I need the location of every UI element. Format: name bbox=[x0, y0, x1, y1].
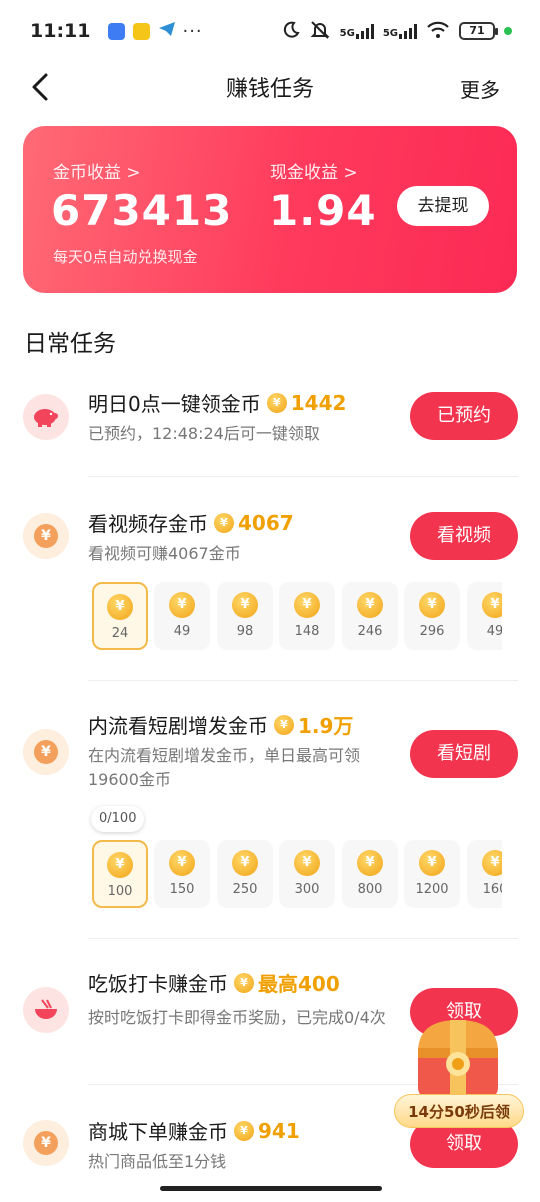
coin-icon: ¥ bbox=[169, 850, 195, 876]
task-reward: 1.9万 bbox=[298, 714, 354, 738]
task-desc: 热门商品低至1分钱 bbox=[88, 1152, 227, 1171]
status-indicators: 5G 5G 71 bbox=[282, 20, 512, 43]
watch-video-button[interactable]: 看视频 bbox=[410, 512, 518, 560]
treasure-chest-icon[interactable] bbox=[410, 1012, 506, 1104]
task-title: 内流看短剧增发金币 ¥ 1.9万 bbox=[88, 710, 353, 739]
back-button[interactable] bbox=[28, 72, 52, 102]
coin-icon: ¥ bbox=[357, 850, 383, 876]
mute-bell-icon bbox=[309, 20, 331, 43]
cellular-2-icon: 5G bbox=[383, 23, 417, 39]
divider bbox=[88, 680, 518, 681]
status-time: 11:11 bbox=[30, 20, 91, 42]
task-item-reserve: 明日0点一键领金币 ¥ 1442 已预约，12:48:24后可一键领取 已预约 bbox=[0, 370, 540, 470]
app-notification-icon bbox=[108, 22, 126, 40]
coin-icon: ¥ bbox=[419, 850, 445, 876]
home-indicator[interactable] bbox=[160, 1186, 382, 1191]
reward-step[interactable]: ¥100 bbox=[92, 840, 148, 908]
coin-icon: ¥ bbox=[294, 850, 320, 876]
task-item-short-drama: ¥ 内流看短剧增发金币 ¥ 1.9万 在内流看短剧增发金币，单日最高可领1960… bbox=[0, 694, 540, 934]
telegram-icon bbox=[158, 21, 176, 41]
reward-step[interactable]: ¥49 bbox=[467, 582, 502, 650]
bowl-icon bbox=[23, 987, 69, 1033]
coin-icon: ¥ bbox=[294, 592, 320, 618]
piggy-bank-icon bbox=[23, 394, 69, 440]
task-reward: 1442 bbox=[290, 390, 347, 415]
reward-step[interactable]: ¥1200 bbox=[404, 840, 460, 908]
coin-icon: ¥ bbox=[169, 592, 195, 618]
status-app-icons bbox=[108, 21, 176, 41]
task-desc: 已预约，12:48:24后可一键领取 bbox=[88, 424, 320, 443]
yen-coin-icon: ¥ bbox=[23, 513, 69, 559]
withdraw-button[interactable]: 去提现 bbox=[397, 186, 489, 226]
coin-icon: ¥ bbox=[234, 1120, 254, 1141]
task-title: 商城下单赚金币 ¥ 941 bbox=[88, 1118, 300, 1145]
coin-icon: ¥ bbox=[266, 392, 287, 413]
task-title: 看视频存金币 ¥ 4067 bbox=[88, 510, 294, 537]
reward-step[interactable]: ¥250 bbox=[217, 840, 273, 908]
watch-drama-button[interactable]: 看短剧 bbox=[410, 730, 518, 778]
cash-earnings-link[interactable]: 现金收益 > bbox=[270, 158, 358, 183]
task-item-watch-video: ¥ 看视频存金币 ¥ 4067 看视频可赚4067金币 看视频 ¥24 ¥49 … bbox=[0, 490, 540, 680]
task-title: 明日0点一键领金币 ¥ 1442 bbox=[88, 390, 347, 417]
coin-icon: ¥ bbox=[357, 592, 383, 618]
reward-step[interactable]: ¥296 bbox=[404, 582, 460, 650]
reward-step[interactable]: ¥300 bbox=[279, 840, 335, 908]
coin-icon: ¥ bbox=[274, 714, 294, 735]
more-button[interactable]: 更多 bbox=[460, 74, 500, 103]
coin-icon: ¥ bbox=[232, 592, 258, 618]
nav-bar: 赚钱任务 更多 bbox=[0, 62, 540, 112]
reward-step[interactable]: ¥98 bbox=[217, 582, 273, 650]
page-title: 赚钱任务 bbox=[225, 77, 314, 102]
yen-coin-icon: ¥ bbox=[23, 1120, 69, 1166]
divider bbox=[88, 476, 518, 477]
coin-icon: ¥ bbox=[232, 850, 258, 876]
yen-coin-icon: ¥ bbox=[23, 729, 69, 775]
task-desc: 按时吃饭打卡即得金币奖励，已完成0/4次 bbox=[88, 1008, 386, 1027]
coin-icon: ¥ bbox=[234, 972, 254, 993]
reserved-button[interactable]: 已预约 bbox=[410, 392, 518, 440]
task-reward: 最高400 bbox=[258, 972, 340, 996]
coin-earnings-value: 673413 bbox=[51, 186, 233, 235]
task-desc: 在内流看短剧增发金币，单日最高可领19600金币 bbox=[88, 746, 361, 789]
earnings-card: 金币收益 > 673413 现金收益 > 1.94 每天0点自动兑换现金 去提现 bbox=[23, 126, 517, 293]
progress-tooltip: 0/100 bbox=[91, 806, 145, 832]
reward-step[interactable]: ¥160 bbox=[467, 840, 502, 908]
coin-icon: ¥ bbox=[482, 592, 502, 618]
privacy-dot-icon bbox=[504, 27, 512, 35]
reward-steps: ¥24 ¥49 ¥98 ¥148 ¥246 ¥296 ¥49 bbox=[92, 582, 502, 652]
chevron-left-icon bbox=[32, 73, 48, 101]
reward-steps: ¥100 ¥150 ¥250 ¥300 ¥800 ¥1200 ¥160 bbox=[92, 840, 502, 910]
status-bar: 11:11 ··· 5G 5G 71 bbox=[0, 0, 540, 62]
task-reward: 941 bbox=[258, 1118, 300, 1143]
reward-step[interactable]: ¥246 bbox=[342, 582, 398, 650]
more-notifications-icon: ··· bbox=[182, 20, 203, 42]
coin-icon: ¥ bbox=[214, 512, 234, 533]
coin-icon: ¥ bbox=[107, 852, 133, 878]
coin-earnings-link[interactable]: 金币收益 > bbox=[53, 158, 141, 183]
task-title: 吃饭打卡赚金币 ¥ 最高400 bbox=[88, 968, 340, 997]
reward-step[interactable]: ¥800 bbox=[342, 840, 398, 908]
section-title: 日常任务 bbox=[24, 331, 116, 357]
moon-icon bbox=[282, 21, 300, 42]
task-reward: 4067 bbox=[238, 510, 294, 535]
cash-earnings-value: 1.94 bbox=[269, 186, 377, 235]
wifi-icon bbox=[426, 21, 450, 42]
auto-exchange-note: 每天0点自动兑换现金 bbox=[53, 248, 198, 266]
cellular-1-icon: 5G bbox=[340, 23, 374, 39]
reward-step[interactable]: ¥148 bbox=[279, 582, 335, 650]
coin-icon: ¥ bbox=[419, 592, 445, 618]
reward-step[interactable]: ¥150 bbox=[154, 840, 210, 908]
divider bbox=[88, 938, 518, 939]
battery-icon: 71 bbox=[459, 22, 498, 40]
coin-icon: ¥ bbox=[107, 594, 133, 620]
reward-step[interactable]: ¥49 bbox=[154, 582, 210, 650]
chest-countdown-label[interactable]: 14分50秒后领 bbox=[394, 1094, 524, 1128]
app-notification-icon bbox=[133, 22, 151, 40]
task-desc: 看视频可赚4067金币 bbox=[88, 544, 241, 563]
coin-icon: ¥ bbox=[482, 850, 502, 876]
reward-step[interactable]: ¥24 bbox=[92, 582, 148, 650]
